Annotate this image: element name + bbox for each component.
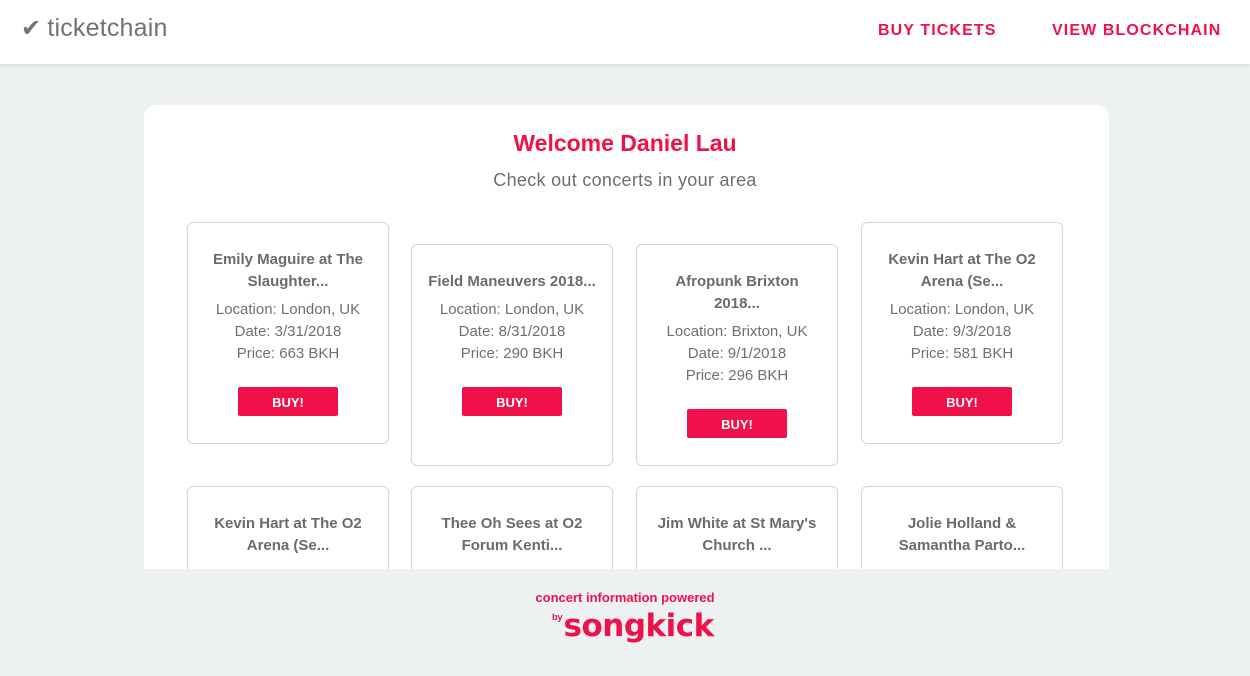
concert-date: Date: 3/31/2018 xyxy=(234,323,342,340)
concert-title: Kevin Hart at The O2 Arena (Se... xyxy=(888,251,1036,290)
concert-date: Date: 8/31/2018 xyxy=(458,323,566,340)
concert-title: Jim White at St Mary's Church ... xyxy=(657,515,817,554)
buy-button[interactable]: BUY! xyxy=(912,387,1012,416)
page-subtitle: Check out concerts in your area xyxy=(493,170,757,190)
footer-credit: concert information powered xyxy=(535,590,715,605)
concert-price: Price: 581 BKH xyxy=(910,345,1014,362)
buy-button[interactable]: BUY! xyxy=(687,409,787,438)
welcome-heading: Welcome Daniel Lau xyxy=(513,130,737,156)
concert-card: Jim White at St Mary's Church ... xyxy=(636,486,838,569)
concert-date: Date: 9/1/2018 xyxy=(687,345,787,362)
check-icon: ✔ xyxy=(21,15,42,42)
concert-price: Price: 663 BKH xyxy=(236,345,340,362)
concert-title: Thee Oh Sees at O2 Forum Kenti... xyxy=(441,515,583,554)
nav-view-blockchain[interactable]: VIEW BLOCKCHAIN xyxy=(1052,22,1221,40)
concert-date: Date: 9/3/2018 xyxy=(912,323,1012,340)
top-navbar: ✔ ticketchain BUY TICKETS VIEW BLOCKCHAI… xyxy=(0,0,1250,64)
concert-details: Location: Brixton, UK Date: 9/1/2018 Pri… xyxy=(637,321,837,387)
concert-details: Location: London, UK Date: 9/3/2018 Pric… xyxy=(862,299,1062,365)
concert-location: Location: London, UK xyxy=(215,301,361,318)
buy-button[interactable]: BUY! xyxy=(238,387,338,416)
brand-name: ticketchain xyxy=(47,14,168,42)
concert-title: Afropunk Brixton 2018... xyxy=(675,273,799,312)
concert-card: Kevin Hart at The O2 Arena (Se... Locati… xyxy=(861,222,1063,444)
songkick-wordmark: songkick xyxy=(563,608,715,644)
songkick-by: by xyxy=(552,612,563,622)
concert-title: Jolie Holland & Samantha Parto... xyxy=(898,515,1026,554)
concert-card: Emily Maguire at The Slaughter... Locati… xyxy=(187,222,389,444)
concert-title: Emily Maguire at The Slaughter... xyxy=(212,251,364,290)
concert-card: Afropunk Brixton 2018... Location: Brixt… xyxy=(636,244,838,466)
concert-card: Thee Oh Sees at O2 Forum Kenti... xyxy=(411,486,613,569)
concert-title: Kevin Hart at The O2 Arena (Se... xyxy=(214,515,362,554)
concert-price: Price: 296 BKH xyxy=(685,367,789,384)
nav-buy-tickets[interactable]: BUY TICKETS xyxy=(878,22,996,40)
concert-details: Location: London, UK Date: 8/31/2018 Pri… xyxy=(412,299,612,365)
concert-card: Jolie Holland & Samantha Parto... xyxy=(861,486,1063,569)
brand-logo[interactable]: ✔ ticketchain xyxy=(21,14,168,43)
concert-location: Location: Brixton, UK xyxy=(666,323,808,340)
concert-title: Field Maneuvers 2018... xyxy=(428,273,596,290)
concert-location: Location: London, UK xyxy=(439,301,585,318)
songkick-logo[interactable]: bysongkick xyxy=(552,608,714,644)
concert-card: Field Maneuvers 2018... Location: London… xyxy=(411,244,613,466)
concert-card: Kevin Hart at The O2 Arena (Se... xyxy=(187,486,389,569)
concert-price: Price: 290 BKH xyxy=(460,345,564,362)
concert-details: Location: London, UK Date: 3/31/2018 Pri… xyxy=(188,299,388,365)
buy-button[interactable]: BUY! xyxy=(462,387,562,416)
concert-location: Location: London, UK xyxy=(889,301,1035,318)
